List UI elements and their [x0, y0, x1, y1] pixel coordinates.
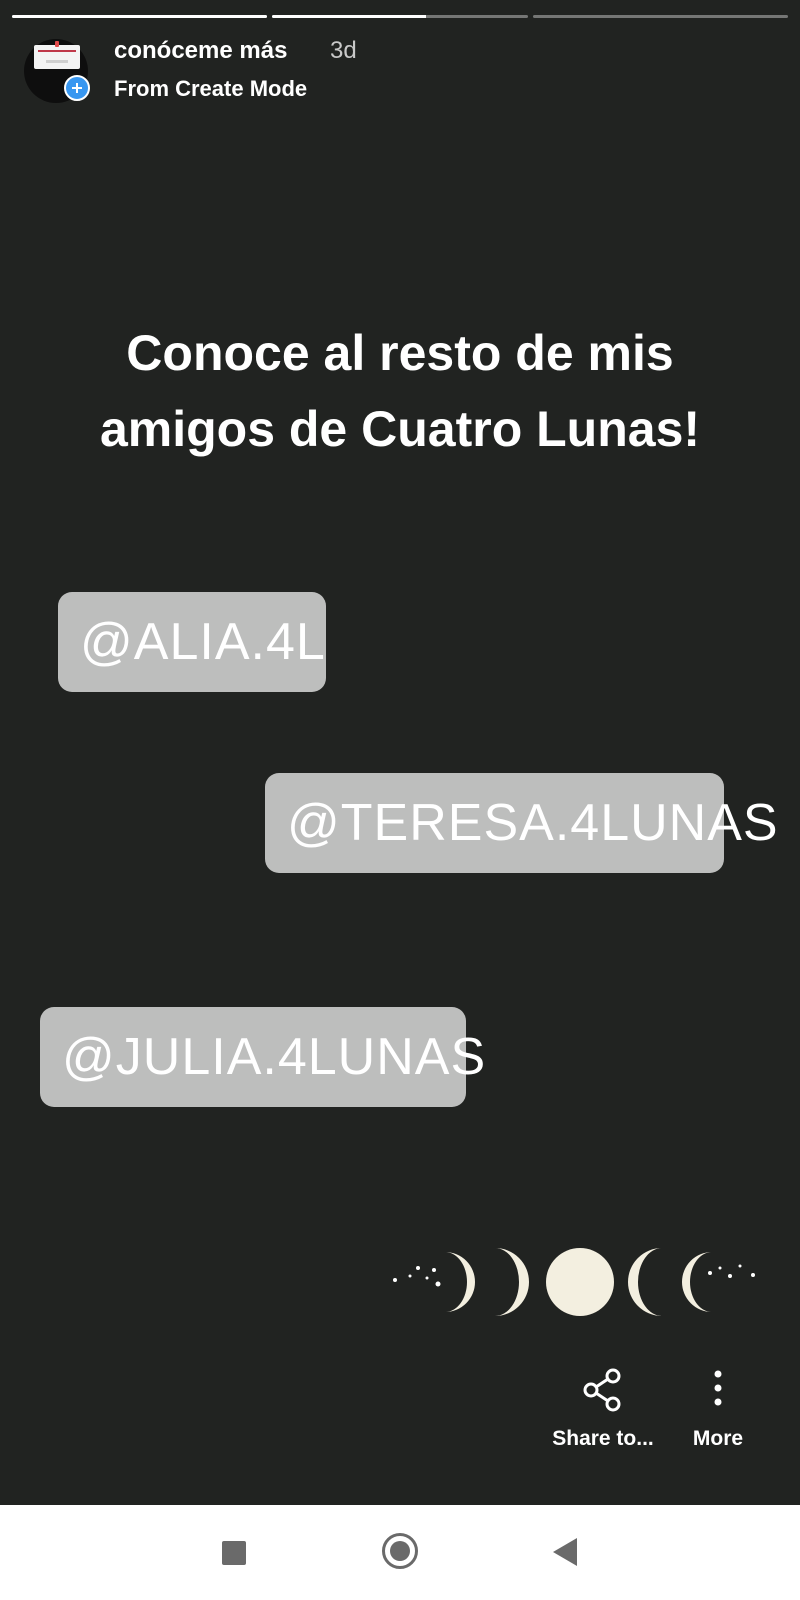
back-icon[interactable]: [553, 1538, 577, 1566]
mention-sticker[interactable]: @ALIA.4L: [58, 592, 326, 692]
plus-icon[interactable]: [64, 75, 90, 101]
moon-phases-sticker: [393, 1248, 755, 1316]
story-headline: Conoce al resto de mis amigos de Cuatro …: [0, 315, 800, 467]
story-timestamp: 3d: [330, 37, 357, 64]
share-button[interactable]: Share to...: [548, 1368, 658, 1451]
system-navigation-bar: [0, 1505, 800, 1600]
avatar-image: [34, 45, 80, 69]
headline-line: amigos de Cuatro Lunas!: [99, 401, 701, 457]
more-vertical-icon: [714, 1370, 722, 1406]
progress-segment: [532, 15, 788, 18]
story-name[interactable]: conóceme más: [114, 37, 287, 65]
mention-sticker[interactable]: @TERESA.4LUNAS: [265, 773, 778, 873]
more-label: More: [692, 1427, 744, 1450]
share-label: Share to...: [552, 1427, 654, 1450]
story-progress-bar: [12, 15, 788, 19]
headline-line: Conoce al resto de mis: [126, 325, 674, 381]
progress-segment: [12, 15, 268, 18]
pin-icon: [55, 41, 59, 47]
story-subtitle[interactable]: From Create Mode: [114, 76, 307, 102]
more-button[interactable]: More: [678, 1368, 758, 1451]
mention-sticker: @JULIA.4LUNAS: [40, 1007, 485, 1107]
recent-apps-icon[interactable]: [222, 1541, 246, 1565]
progress-segment: [272, 15, 528, 18]
share-icon: [583, 1368, 621, 1412]
home-icon[interactable]: [382, 1533, 418, 1569]
